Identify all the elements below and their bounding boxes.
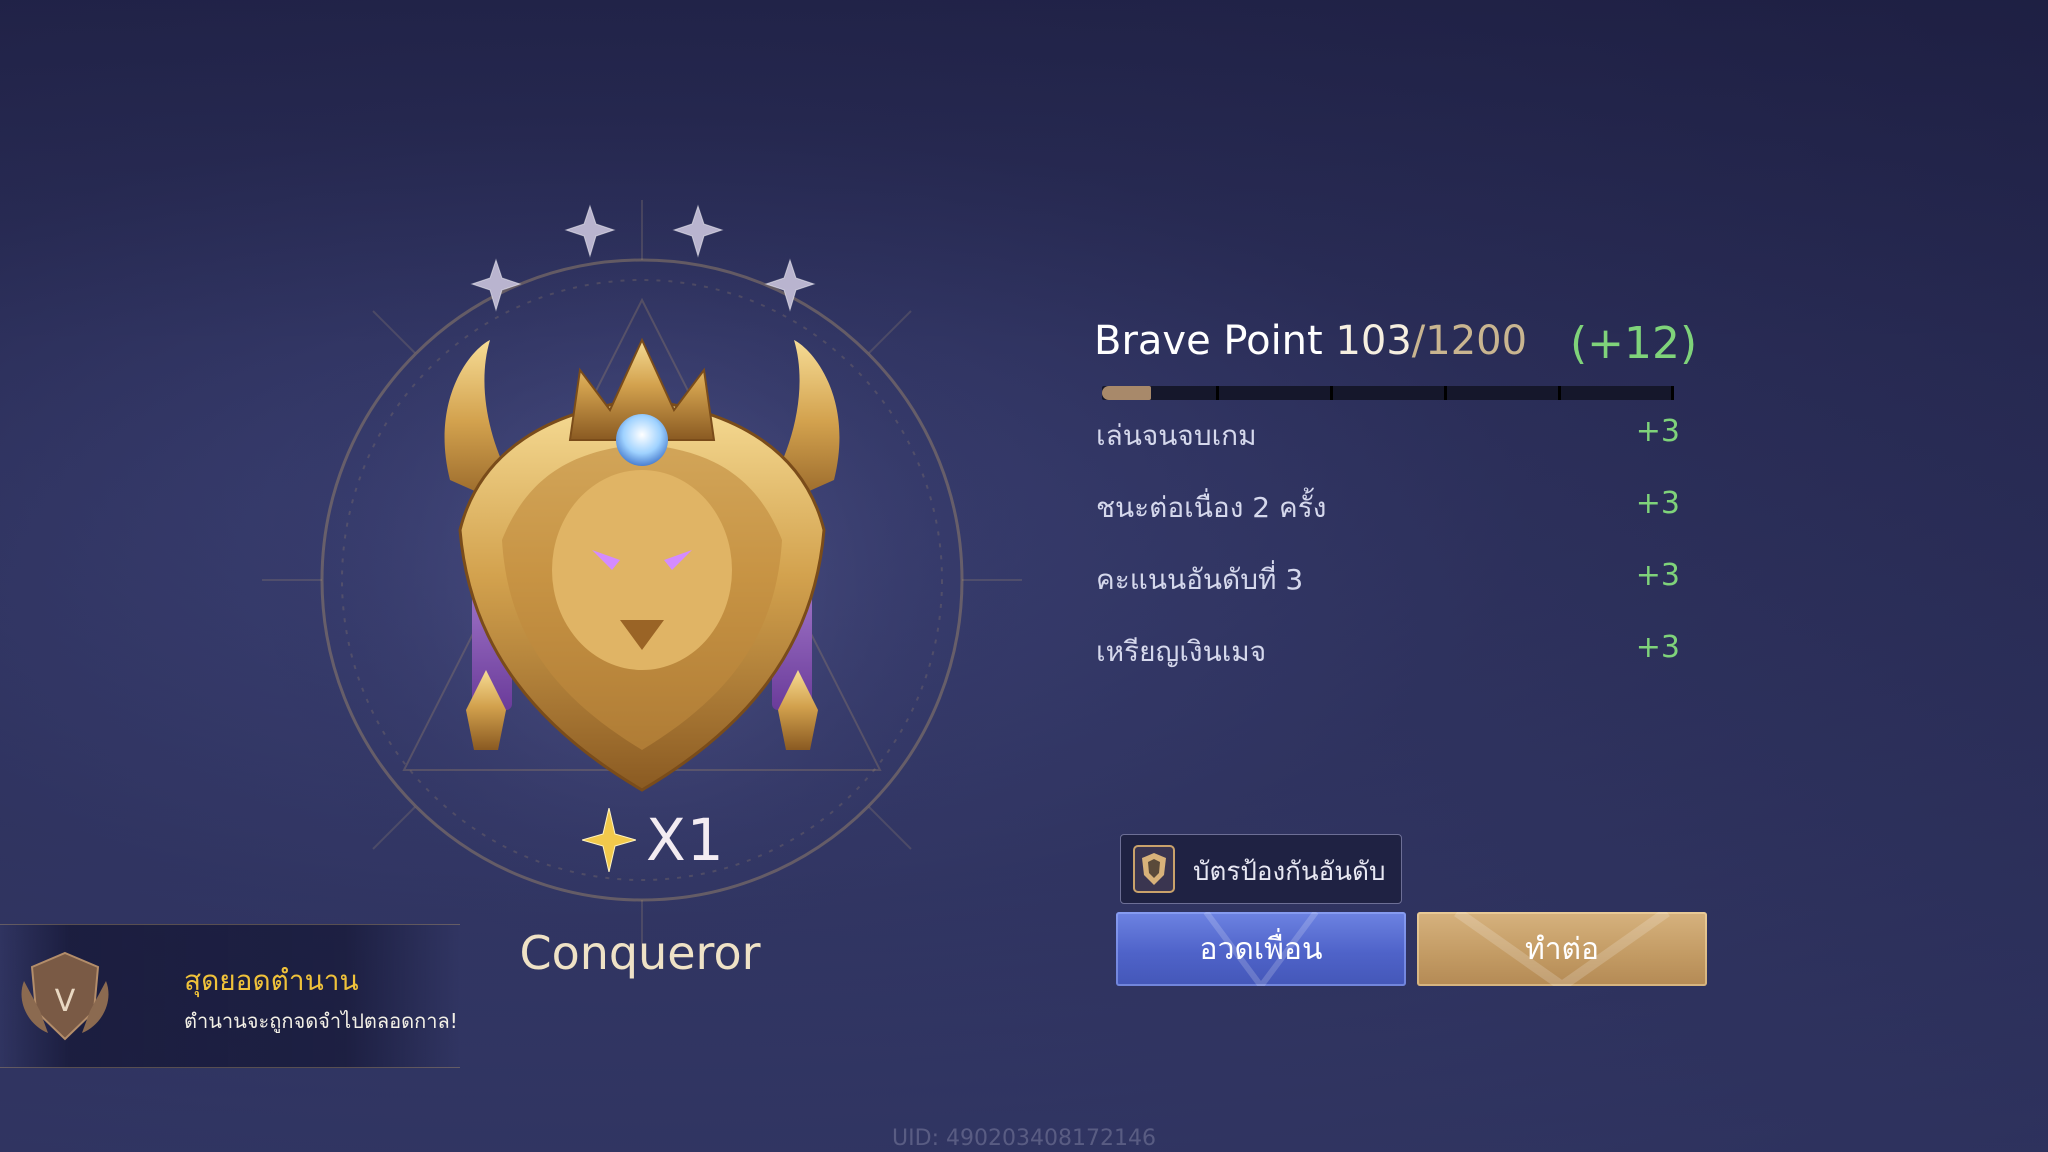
user-id: UID: 490203408172146 [892, 1126, 1156, 1151]
star-count: X1 [582, 806, 725, 874]
row-label: คะแนนอันดับที่ 3 [1096, 563, 1304, 596]
row-value: +3 [1635, 486, 1680, 521]
brave-point-max: /1200 [1411, 318, 1528, 364]
row-label: เหรียญเงินเมจ [1096, 635, 1267, 668]
gold-star-icon [582, 808, 636, 872]
legend-title: สุดยอดตำนาน [184, 964, 359, 997]
row-value: +3 [1635, 630, 1680, 665]
brave-point-gain: (+12) [1570, 318, 1698, 369]
brave-point-label: Brave Point [1094, 318, 1323, 364]
brave-point-progress-fill [1102, 386, 1151, 400]
brave-point-progress-bar [1102, 386, 1674, 400]
legend-badge-letter: V [55, 984, 76, 1019]
continue-button[interactable]: ทำต่อ [1417, 912, 1707, 986]
brave-point-title: Brave Point 103/1200 [1094, 318, 1527, 364]
legend-banner: V สุดยอดตำนาน ตำนานจะถูกจดจำไปตลอดกาล! [0, 924, 460, 1068]
brave-point-row: คะแนนอันดับที่ 3 +3 [1096, 558, 1680, 598]
row-label: ชนะต่อเนื่อง 2 ครั้ง [1096, 491, 1327, 524]
brave-point-row: เหรียญเงินเมจ +3 [1096, 630, 1680, 670]
brag-friends-button[interactable]: อวดเพื่อน [1116, 912, 1406, 986]
continue-label: ทำต่อ [1524, 931, 1600, 967]
rank-protection-label: บัตรป้องกันอันดับ [1193, 857, 1386, 887]
shield-card-icon [1133, 845, 1175, 893]
brave-point-row: ชนะต่อเนื่อง 2 ครั้ง +3 [1096, 486, 1680, 526]
progress-tick [1671, 386, 1674, 400]
row-value: +3 [1635, 414, 1680, 449]
legend-badge-icon: V [21, 951, 109, 1041]
progress-tick [1558, 386, 1561, 400]
legend-subtitle: ตำนานจะถูกจดจำไปตลอดกาล! [184, 1009, 458, 1033]
progress-tick [1444, 386, 1447, 400]
rank-name: Conqueror [519, 926, 761, 980]
row-value: +3 [1635, 558, 1680, 593]
star-count-text: X1 [646, 806, 725, 874]
progress-tick [1330, 386, 1333, 400]
brag-friends-label: อวดเพื่อน [1199, 931, 1323, 967]
brave-point-current: 103 [1335, 318, 1412, 364]
rank-protection-card[interactable]: บัตรป้องกันอันดับ [1120, 834, 1402, 904]
row-label: เล่นจนจบเกม [1096, 419, 1257, 452]
brave-point-row: เล่นจนจบเกม +3 [1096, 414, 1680, 454]
progress-tick [1216, 386, 1219, 400]
